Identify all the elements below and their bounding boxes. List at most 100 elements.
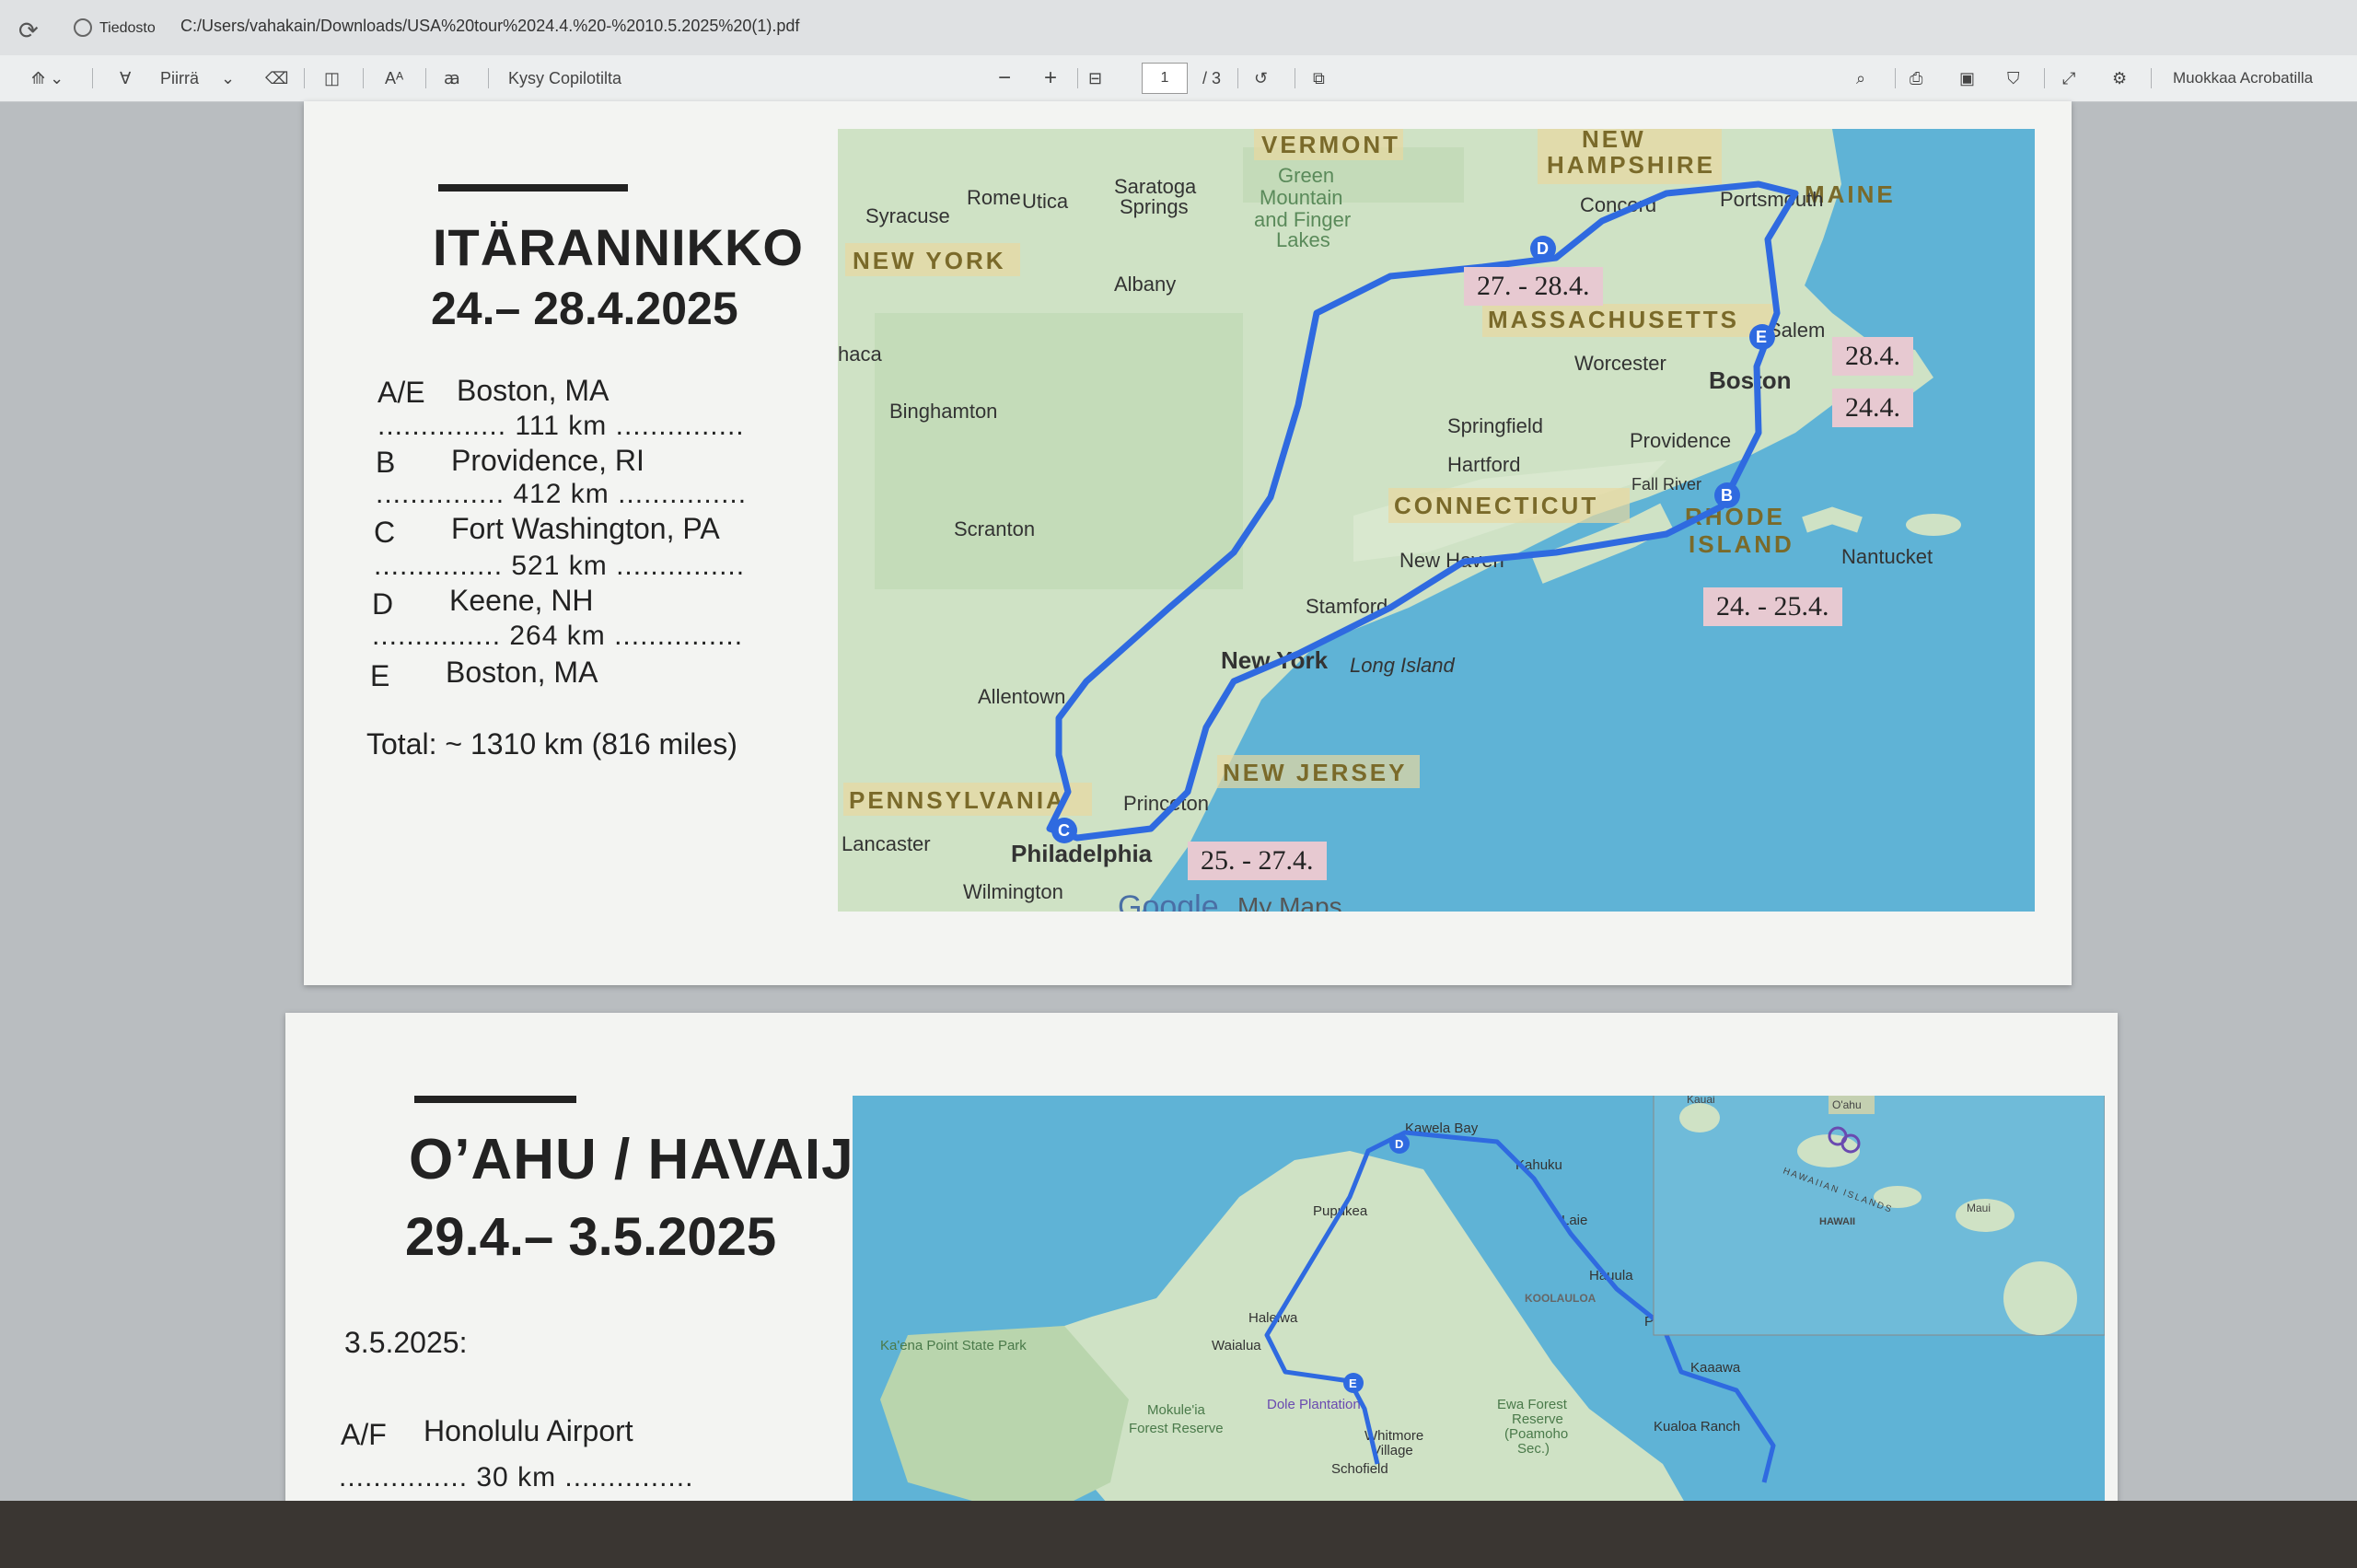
chevron-down-icon[interactable]: ⌄ xyxy=(221,66,235,90)
stop-letter: C xyxy=(374,516,396,549)
distance-line: ............... 264 km ............... xyxy=(372,621,744,651)
rotate-icon[interactable]: ↺ xyxy=(1254,66,1268,90)
inset-label: Maui xyxy=(1967,1202,1991,1214)
title-rule xyxy=(438,184,628,192)
translate-icon[interactable]: ꜳ xyxy=(444,66,460,90)
map-city-label: Springfield xyxy=(1447,414,1543,437)
map-place-label: Mokule'ia xyxy=(1147,1402,1206,1418)
map-state-label: PENNSYLVANIA xyxy=(849,786,1066,814)
map-state-label: NEW YORK xyxy=(853,247,1006,274)
map-place-label: Village xyxy=(1372,1443,1413,1458)
map-city-label: Nantucket xyxy=(1841,545,1933,568)
map-place-label: Waialua xyxy=(1212,1338,1261,1353)
pdf-page-1: ITÄRANNIKKO 24.– 28.4.2025 A/E Boston, M… xyxy=(304,101,2072,985)
svg-text:D: D xyxy=(1395,1137,1403,1151)
distance-line: ............... 521 km ............... xyxy=(374,551,746,581)
map-state-label: NEW xyxy=(1582,129,1646,153)
map-region-label: Lakes xyxy=(1276,228,1330,251)
share-icon[interactable]: ⛉ xyxy=(2007,66,2020,90)
stop-name: Boston, MA xyxy=(457,374,610,407)
map-city-label: Wilmington xyxy=(963,880,1063,903)
map-city-label: Binghamton xyxy=(889,400,997,423)
site-info-icon[interactable] xyxy=(74,18,92,37)
inset-label: O'ahu xyxy=(1832,1098,1862,1111)
map-state-label: CONNECTICUT xyxy=(1394,492,1598,519)
save-icon[interactable]: ▣ xyxy=(1959,66,1975,90)
map-city-label: Rome xyxy=(967,186,1021,209)
map-city-label: New York xyxy=(1221,646,1329,674)
url-field[interactable]: C:/Users/vahakain/Downloads/USA%20tour%2… xyxy=(180,17,799,36)
stop-name: Keene, NH xyxy=(449,584,594,617)
map-city-label: Worcester xyxy=(1574,352,1666,375)
pdf-toolbar: ⟰ ⌄ ∀ Piirrä ⌄ ⌫ ◫ Aᴬ ꜳ Kysy Copilotilta… xyxy=(0,55,2357,102)
settings-icon[interactable]: ⚙ xyxy=(2112,66,2127,90)
eraser-icon[interactable]: ⌫ xyxy=(265,66,288,90)
ask-copilot-button[interactable]: Kysy Copilotilta xyxy=(508,66,621,90)
east-coast-route-map[interactable]: VERMONT NEW HAMPSHIRE MAINE NEW YORK MAS… xyxy=(838,129,2035,912)
svg-text:D: D xyxy=(1537,239,1549,258)
date-tag: 24. - 25.4. xyxy=(1703,587,1842,626)
stop-letter: D xyxy=(372,587,394,621)
site-label[interactable]: Tiedosto xyxy=(99,20,156,37)
zoom-out-button[interactable]: − xyxy=(998,66,1011,90)
google-logo: Google xyxy=(1118,889,1219,912)
map-state-label: VERMONT xyxy=(1261,131,1400,158)
fullscreen-icon[interactable]: ⤢ xyxy=(2062,66,2075,90)
map-city-label: Springs xyxy=(1120,195,1189,218)
map-city-label: Boston xyxy=(1709,366,1792,394)
read-aloud-icon[interactable]: Aᴬ xyxy=(385,66,403,90)
edit-with-acrobat-button[interactable]: Muokkaa Acrobatilla xyxy=(2173,66,2313,90)
section-title: ITÄRANNIKKO xyxy=(433,218,804,276)
title-rule xyxy=(414,1096,576,1103)
fit-page-icon[interactable]: ⊟ xyxy=(1088,66,1102,90)
map-place-label: Sec.) xyxy=(1517,1441,1550,1457)
highlight-icon[interactable]: ⟰ ⌄ xyxy=(31,66,64,90)
map-city-label: Lancaster xyxy=(842,832,931,855)
two-page-icon[interactable]: ⧉ xyxy=(1313,66,1325,90)
map-place-label: (Poamoho xyxy=(1504,1426,1568,1442)
inset-label: HAWAII xyxy=(1819,1216,1855,1227)
map-city-label: Philadelphia xyxy=(1011,840,1153,867)
page-number-input[interactable]: 1 xyxy=(1142,63,1188,94)
zoom-in-button[interactable]: + xyxy=(1044,66,1057,90)
map-place-label: Schofield xyxy=(1331,1461,1388,1477)
distance-line: ............... 111 km ............... xyxy=(377,411,745,441)
stop-name: Providence, RI xyxy=(451,444,644,477)
date-tag: 27. - 28.4. xyxy=(1464,267,1603,306)
distance-line: ............... 30 km ............... xyxy=(339,1462,694,1493)
section-title: O’AHU / HAVAIJI xyxy=(409,1128,871,1191)
pdf-page-2: O’AHU / HAVAIJI 29.4.– 3.5.2025 3.5.2025… xyxy=(285,1013,2118,1528)
map-city-label: Hartford xyxy=(1447,453,1520,476)
draw-icon[interactable]: ∀ xyxy=(120,66,131,90)
map-region-label: Long Island xyxy=(1350,654,1456,677)
map-place-label: Ewa Forest xyxy=(1497,1397,1568,1412)
map-city-label: Utica xyxy=(1022,190,1069,213)
map-place-label: Forest Reserve xyxy=(1129,1421,1224,1436)
map-place-label: Dole Plantation xyxy=(1267,1397,1361,1412)
stop-letter: A/E xyxy=(377,376,425,409)
map-city-label: Allentown xyxy=(978,685,1065,708)
stop-name: Honolulu Airport xyxy=(424,1414,633,1447)
map-place-label: Reserve xyxy=(1512,1411,1563,1427)
search-icon[interactable]: ⌕ xyxy=(1856,66,1865,90)
inset-label: Kauai xyxy=(1687,1096,1715,1106)
svg-text:C: C xyxy=(1058,821,1070,840)
map-city-label: Providence xyxy=(1630,429,1731,452)
map-region-label: Green xyxy=(1278,164,1334,187)
map-state-label: NEW JERSEY xyxy=(1223,759,1408,786)
refresh-icon[interactable]: ⟳ xyxy=(18,17,39,45)
draw-button[interactable]: Piirrä xyxy=(160,66,199,90)
section-dates: 29.4.– 3.5.2025 xyxy=(405,1207,777,1267)
date-tag: 24.4. xyxy=(1832,389,1913,427)
map-state-label: MASSACHUSETTS xyxy=(1488,306,1739,333)
section-dates: 24.– 28.4.2025 xyxy=(431,283,738,334)
my-maps-label: My Maps xyxy=(1237,892,1342,912)
print-icon[interactable]: ⎙ xyxy=(1910,66,1922,90)
stop-name: Fort Washington, PA xyxy=(451,512,720,545)
map-region-label: KOOLAULOA xyxy=(1525,1292,1596,1305)
oahu-route-map[interactable]: Kawela Bay Kahuku Laie Pupukea Hauula KO… xyxy=(853,1096,2105,1528)
stop-letter: B xyxy=(376,446,396,479)
stop-letter: A/F xyxy=(341,1418,387,1451)
browser-address-bar: ⟳ Tiedosto C:/Users/vahakain/Downloads/U… xyxy=(0,0,2357,56)
page-view-icon[interactable]: ◫ xyxy=(324,66,340,90)
